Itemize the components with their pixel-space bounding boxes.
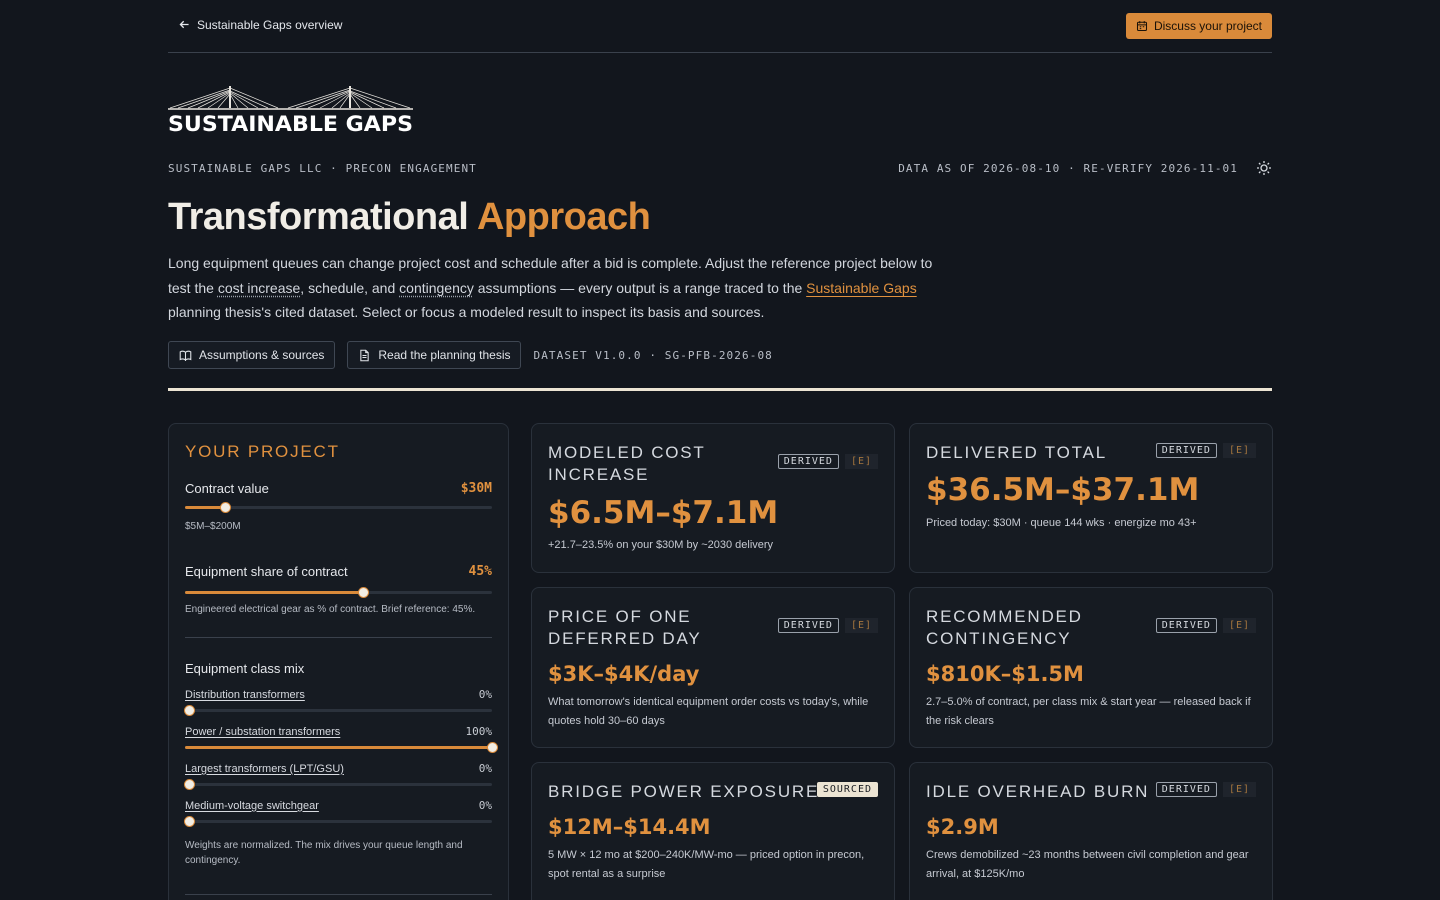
- project-panel-title: YOUR PROJECT: [185, 442, 340, 461]
- mix-row-value: 0%: [478, 799, 492, 812]
- card-value: $36.5M–$37.1M: [926, 472, 1200, 508]
- equipment-share-thumb[interactable]: [358, 587, 370, 598]
- calendar-icon: [1136, 20, 1147, 31]
- mix-row: Power / substation transformers 100%: [185, 725, 498, 753]
- derived-badge: DERIVED: [1155, 782, 1217, 797]
- card-value: $12M–$14.4M: [548, 815, 711, 839]
- mix-row-slider[interactable]: [183, 705, 492, 716]
- card-value: $6.5M–$7.1M: [548, 495, 779, 531]
- page-title-accent: Approach: [476, 196, 651, 238]
- page-title: Transformational Approach: [168, 196, 651, 238]
- discuss-project-label: Discuss your project: [1153, 18, 1262, 33]
- theme-toggle-sun-icon[interactable]: [1256, 160, 1272, 176]
- contract-value-thumb[interactable]: [219, 502, 231, 513]
- mix-row: Distribution transformers 0%: [183, 688, 492, 716]
- derived-badge: DERIVED: [777, 618, 839, 633]
- top-bar: Sustainable Gaps overview Discuss your p…: [168, 0, 1272, 53]
- sourced-badge: SOURCED: [816, 782, 878, 797]
- assumptions-sources-button[interactable]: Assumptions & sources: [168, 341, 336, 369]
- contract-value-label: Contract value: [185, 481, 269, 496]
- contract-value-slider[interactable]: [185, 502, 492, 513]
- card-value: $2.9M: [926, 815, 999, 839]
- document-icon: [360, 349, 370, 361]
- card-title: RECOMMENDED CONTINGENCY: [926, 607, 1083, 648]
- card-modeled-cost[interactable]: MODELED COST INCREASE DERIVED [E] $6.5M–…: [531, 423, 895, 573]
- mix-row-thumb[interactable]: [183, 779, 195, 790]
- discuss-project-button[interactable]: Discuss your project: [1125, 12, 1272, 39]
- mix-row-thumb[interactable]: [183, 705, 195, 716]
- term-contingency[interactable]: contingency: [399, 280, 474, 296]
- mix-row-label[interactable]: Distribution transformers: [185, 689, 305, 701]
- card-note: Crews demobilized ~23 months between civ…: [926, 849, 1249, 880]
- arrow-left-icon: [179, 20, 189, 29]
- back-link-label: Sustainable Gaps overview: [197, 17, 343, 32]
- brand-logo: SUSTAINABLE GAPS: [168, 86, 413, 136]
- mix-row-value: 0%: [478, 762, 492, 775]
- panel-divider: [185, 637, 492, 638]
- mix-row-thumb[interactable]: [487, 742, 498, 753]
- mix-note: Weights are normalized. The mix drives y…: [185, 840, 463, 866]
- intro-paragraph: Long equipment queues can change project…: [168, 255, 933, 320]
- estimate-badge: [E]: [1222, 443, 1256, 458]
- estimate-badge: [E]: [844, 618, 878, 633]
- derived-badge: DERIVED: [777, 454, 839, 469]
- term-cost-increase[interactable]: cost increase: [218, 280, 300, 296]
- book-open-icon: [179, 350, 192, 361]
- card-contingency[interactable]: RECOMMENDED CONTINGENCY DERIVED [E] $810…: [909, 587, 1273, 748]
- mix-row-slider[interactable]: [183, 816, 492, 827]
- mix-row-slider[interactable]: [183, 779, 492, 790]
- mix-row: Largest transformers (LPT/GSU) 0%: [183, 762, 492, 790]
- data-date-line: DATA AS OF 2026-08-10 · RE-VERIFY 2026-1…: [898, 161, 1238, 175]
- mix-row-label[interactable]: Medium-voltage switchgear: [185, 800, 319, 812]
- mix-row-label[interactable]: Power / substation transformers: [185, 726, 340, 738]
- equipment-share-slider[interactable]: [185, 587, 492, 598]
- card-note: What tomorrow's identical equipment orde…: [548, 696, 869, 727]
- card-note: 5 MW × 12 mo at $200–240K/MW-mo — priced…: [548, 849, 865, 880]
- meta-row: SUSTAINABLE GAPS LLC · PRECON ENGAGEMENT…: [168, 160, 1272, 176]
- back-link[interactable]: Sustainable Gaps overview: [178, 18, 342, 32]
- mix-row-value: 100%: [465, 725, 493, 738]
- card-value: $3K–$4K/day: [548, 662, 700, 686]
- card-bridge-power[interactable]: BRIDGE POWER EXPOSURE SOURCED $12M–$14.4…: [531, 762, 895, 900]
- card-title: MODELED COST INCREASE: [548, 443, 706, 484]
- mix-row-slider[interactable]: [185, 742, 498, 753]
- org-line: SUSTAINABLE GAPS LLC · PRECON ENGAGEMENT: [168, 161, 477, 175]
- mix-row-thumb[interactable]: [183, 816, 195, 827]
- project-panel: YOUR PROJECT Contract value $30M $5M–$20…: [168, 423, 509, 900]
- section-rule: [168, 388, 1272, 391]
- card-title: PRICE OF ONE DEFERRED DAY: [548, 607, 702, 648]
- equipment-share-hint: Engineered electrical gear as % of contr…: [185, 604, 476, 615]
- equipment-share-label: Equipment share of contract: [185, 564, 348, 579]
- estimate-badge: [E]: [1222, 618, 1256, 633]
- mix-row-value: 0%: [478, 688, 492, 701]
- card-note: Priced today: $30M · queue 144 wks · ene…: [926, 517, 1197, 529]
- estimate-badge: [E]: [1222, 782, 1256, 797]
- equipment-share-readout: 45%: [468, 564, 492, 579]
- mix-row-label[interactable]: Largest transformers (LPT/GSU): [185, 763, 344, 775]
- card-value: $810K–$1.5M: [926, 662, 1084, 686]
- sustainable-gaps-link[interactable]: Sustainable Gaps: [806, 280, 917, 296]
- card-deferred-day[interactable]: PRICE OF ONE DEFERRED DAY DERIVED [E] $3…: [531, 587, 895, 748]
- contract-range-hint: $5M–$200M: [185, 521, 241, 532]
- mix-list: Distribution transformers 0% Power / subst…: [183, 688, 498, 827]
- estimate-badge: [E]: [844, 454, 878, 469]
- card-note: +21.7–23.5% on your $30M by ~2030 delive…: [548, 539, 774, 551]
- planning-thesis-button[interactable]: Read the planning thesis: [347, 341, 522, 369]
- card-note: 2.7–5.0% of contract, per class mix & st…: [926, 696, 1251, 727]
- action-row: Assumptions & sources Read the planning …: [168, 341, 773, 369]
- derived-badge: DERIVED: [1155, 443, 1217, 458]
- mix-row: Medium-voltage switchgear 0%: [183, 799, 492, 827]
- card-delivered-total[interactable]: DELIVERED TOTAL DERIVED [E] $36.5M–$37.1…: [909, 423, 1273, 573]
- panel-divider-bottom: [185, 894, 492, 895]
- derived-badge: DERIVED: [1155, 618, 1217, 633]
- mix-title: Equipment class mix: [185, 661, 305, 676]
- dataset-version: DATASET V1.0.0 · SG-PFB-2026-08: [533, 348, 773, 362]
- contract-value-readout: $30M: [460, 481, 492, 496]
- card-idle-overhead[interactable]: IDLE OVERHEAD BURN DERIVED [E] $2.9M Cre…: [909, 762, 1273, 900]
- logo-wordmark: SUSTAINABLE GAPS: [168, 112, 413, 136]
